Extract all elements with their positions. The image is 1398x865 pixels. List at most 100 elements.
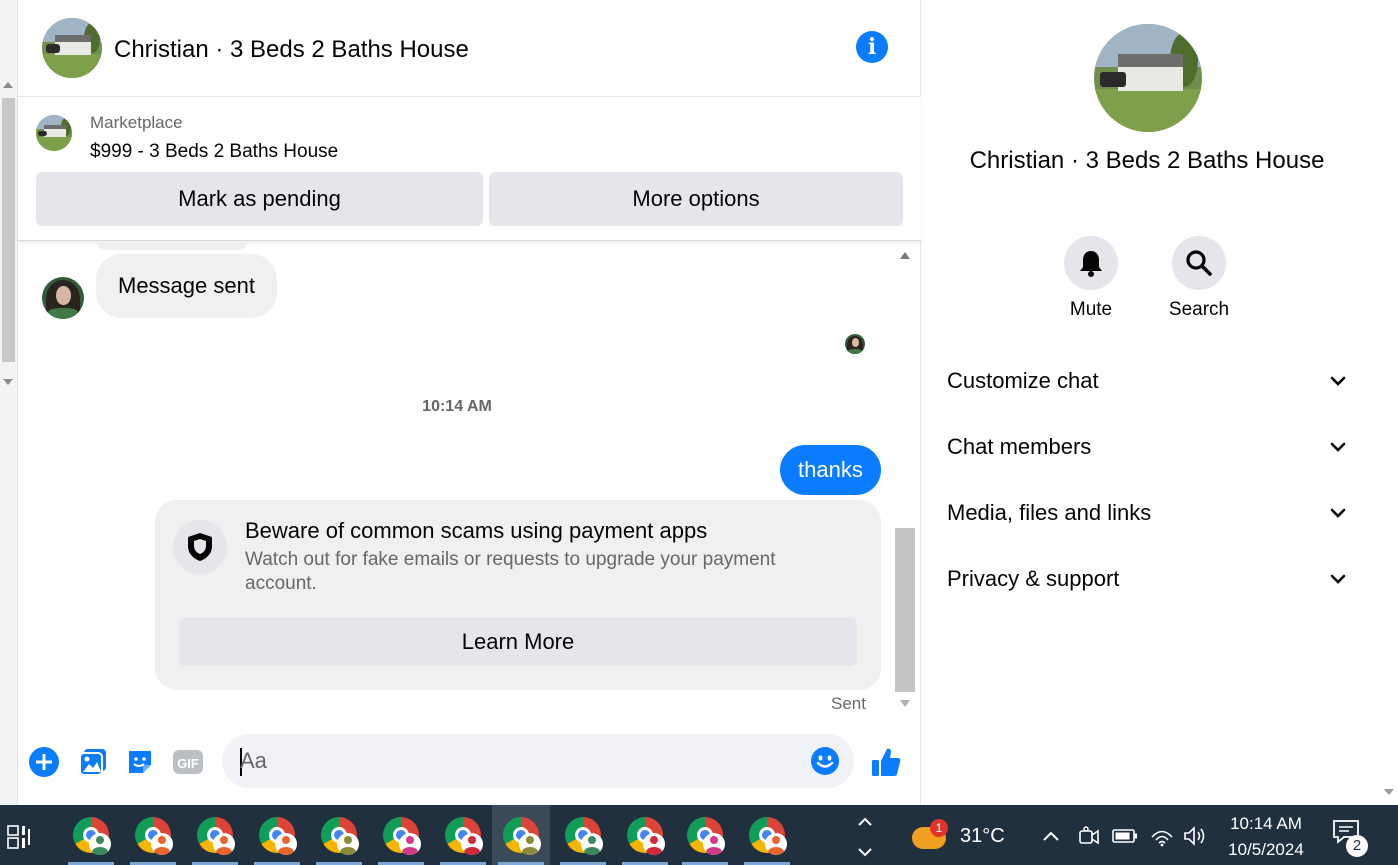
- chrome-icon: [503, 817, 541, 855]
- chrome-icon: [627, 817, 665, 855]
- system-clock[interactable]: 10:14 AM 10/5/2024: [1216, 811, 1316, 863]
- message-input[interactable]: [240, 734, 800, 788]
- bell-icon: [1080, 251, 1102, 277]
- svg-text:GIF: GIF: [177, 756, 199, 771]
- right-scroll-down-arrow[interactable]: [1384, 789, 1394, 795]
- notification-center-button[interactable]: 2: [1332, 819, 1368, 857]
- notification-count-badge: 2: [1346, 835, 1368, 857]
- gif-icon[interactable]: GIF: [172, 746, 204, 778]
- sticker-icon[interactable]: [124, 746, 156, 778]
- chrome-icon: [445, 817, 483, 855]
- meet-now-icon[interactable]: [1077, 823, 1101, 849]
- emoji-icon[interactable]: [809, 745, 841, 777]
- taskbar-chrome-profile[interactable]: [372, 805, 430, 865]
- message-scrollbar[interactable]: [893, 242, 917, 718]
- scam-warning-title: Beware of common scams using payment app…: [245, 518, 708, 543]
- mute-label: Mute: [1069, 299, 1113, 320]
- incoming-message[interactable]: Message sent: [96, 254, 277, 318]
- marketplace-listing-bar: Marketplace $999 - 3 Beds 2 Baths House …: [18, 97, 921, 241]
- taskbar-overflow-scroller[interactable]: [852, 809, 878, 861]
- previous-message-bubble: [96, 242, 248, 250]
- scam-warning-body: Watch out for fake emails or requests to…: [245, 549, 776, 594]
- outgoing-message[interactable]: thanks: [780, 445, 881, 495]
- timestamp-separator: 10:14 AM: [422, 398, 492, 415]
- volume-icon[interactable]: [1182, 823, 1208, 849]
- mark-as-pending-button[interactable]: Mark as pending: [36, 172, 483, 226]
- section-label: Media, files and links: [947, 500, 1152, 525]
- listing-category: Marketplace: [90, 113, 183, 132]
- section-media-files-links[interactable]: Media, files and links: [947, 488, 1347, 538]
- chevron-down-icon: [1330, 508, 1346, 518]
- windows-taskbar: 1 31°C 10:14 AM 10/5/2024 2: [0, 805, 1398, 865]
- chevron-down-icon: [1330, 376, 1346, 386]
- temperature: 31°C: [960, 825, 1005, 847]
- sender-avatar[interactable]: [42, 277, 84, 319]
- info-avatar[interactable]: [1094, 24, 1202, 132]
- chrome-icon: [383, 817, 421, 855]
- taskbar-chrome-profile[interactable]: [186, 805, 244, 865]
- chevron-up-icon[interactable]: [1040, 823, 1062, 849]
- scroll-down-arrow[interactable]: [3, 379, 13, 385]
- clock-time: 10:14 AM: [1230, 814, 1302, 833]
- wifi-icon[interactable]: [1149, 823, 1175, 849]
- chrome-icon: [135, 817, 173, 855]
- more-options-button[interactable]: More options: [489, 172, 903, 226]
- chrome-icon: [321, 817, 359, 855]
- mute-button[interactable]: [1064, 236, 1118, 290]
- info-icon[interactable]: i: [856, 31, 888, 63]
- thumbs-up-icon[interactable]: [870, 746, 902, 778]
- taskbar-chrome-profile[interactable]: [248, 805, 306, 865]
- taskbar-chrome-profile[interactable]: [738, 805, 796, 865]
- page-scrollbar[interactable]: [0, 0, 18, 805]
- scroll-up-arrow[interactable]: [3, 82, 13, 88]
- section-label: Customize chat: [947, 368, 1099, 393]
- photo-icon[interactable]: [77, 746, 109, 778]
- battery-icon[interactable]: [1112, 823, 1138, 849]
- message-composer: GIF: [18, 718, 921, 805]
- conversation-info-panel: Christian · 3 Beds 2 Baths House Mute Se…: [922, 0, 1380, 805]
- chrome-icon: [259, 817, 297, 855]
- plus-icon[interactable]: [28, 746, 60, 778]
- message-scroll-thumb[interactable]: [895, 528, 915, 692]
- chat-title[interactable]: Christian · 3 Beds 2 Baths House: [114, 36, 469, 64]
- message-scroll-up-arrow[interactable]: [900, 252, 910, 259]
- weather-widget[interactable]: 1 31°C: [910, 819, 1010, 853]
- taskbar-chrome-profile[interactable]: [554, 805, 612, 865]
- right-scrollbar[interactable]: [1380, 0, 1398, 805]
- taskbar-chrome-profile[interactable]: [434, 805, 492, 865]
- taskbar-chrome-profile[interactable]: [62, 805, 120, 865]
- seen-receipt-avatar: [845, 334, 865, 354]
- chevron-down-icon: [1330, 574, 1346, 584]
- scroll-thumb[interactable]: [2, 98, 15, 362]
- search-button[interactable]: [1172, 236, 1226, 290]
- message-status: Sent: [831, 694, 866, 713]
- chat-header: Christian · 3 Beds 2 Baths House i: [18, 0, 921, 97]
- message-list: Message sent 10:14 AM thanks Beware of c…: [18, 242, 921, 718]
- info-conversation-name: Christian · 3 Beds 2 Baths House: [969, 147, 1325, 174]
- listing-thumbnail[interactable]: [36, 115, 72, 151]
- taskbar-chrome-profile[interactable]: [310, 805, 368, 865]
- taskbar-chrome-profile[interactable]: [616, 805, 674, 865]
- taskbar-chrome-profile-active[interactable]: [492, 805, 550, 865]
- scam-warning-card: Beware of common scams using payment app…: [155, 500, 881, 690]
- chrome-icon: [197, 817, 235, 855]
- chrome-icon: [565, 817, 603, 855]
- search-label: Search: [1168, 299, 1230, 320]
- taskbar-chrome-profile[interactable]: [124, 805, 182, 865]
- task-view-icon[interactable]: [6, 823, 34, 851]
- section-privacy-support[interactable]: Privacy & support: [947, 554, 1347, 604]
- chrome-icon: [687, 817, 725, 855]
- learn-more-button[interactable]: Learn More: [179, 618, 857, 666]
- message-scroll-down-arrow[interactable]: [900, 700, 910, 707]
- chrome-icon: [73, 817, 111, 855]
- listing-avatar[interactable]: [42, 18, 102, 78]
- message-input-wrapper[interactable]: [222, 734, 854, 788]
- section-customize-chat[interactable]: Customize chat: [947, 356, 1347, 406]
- listing-title[interactable]: $999 - 3 Beds 2 Baths House: [90, 141, 338, 163]
- chrome-icon: [749, 817, 787, 855]
- taskbar-chrome-profile[interactable]: [676, 805, 734, 865]
- chevron-down-icon: [1330, 442, 1346, 452]
- section-chat-members[interactable]: Chat members: [947, 422, 1347, 472]
- section-label: Privacy & support: [947, 566, 1120, 591]
- weather-alert-badge: 1: [930, 819, 948, 837]
